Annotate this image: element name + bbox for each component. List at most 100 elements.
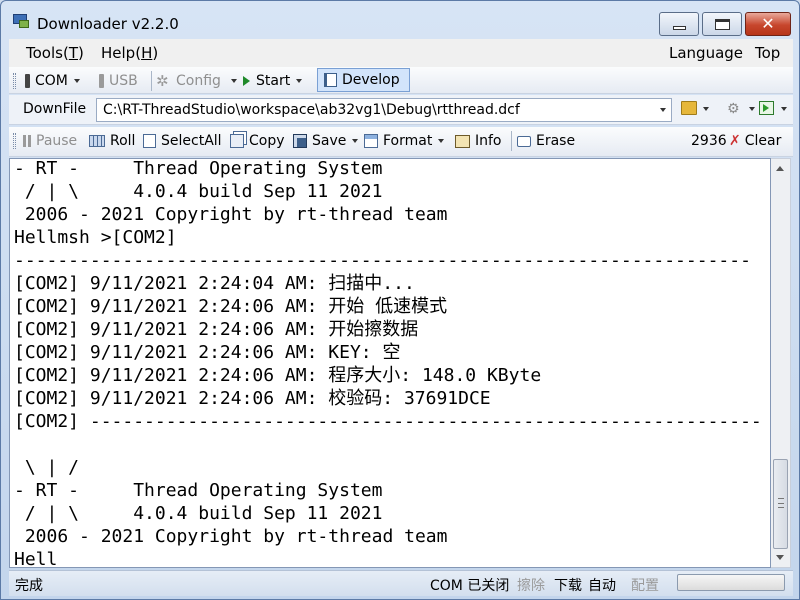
save-button[interactable]: Save <box>293 131 359 151</box>
usb-button[interactable]: USB <box>99 71 138 91</box>
status-text: 完成 <box>15 578 43 594</box>
close-button[interactable]: ✕ <box>745 12 791 36</box>
copy-button[interactable]: Copy <box>230 131 285 151</box>
scroll-grip-icon <box>778 498 784 508</box>
save-dropdown-icon[interactable] <box>352 139 359 143</box>
roll-button[interactable]: Roll <box>89 131 135 151</box>
status-config-button[interactable]: 配置 <box>631 575 659 595</box>
develop-button[interactable]: Develop <box>317 68 410 92</box>
format-dropdown-icon[interactable] <box>438 139 445 143</box>
go-dropdown-icon <box>781 107 787 111</box>
download-progress-bar <box>677 574 785 591</box>
downfile-label: DownFile <box>23 101 87 117</box>
save-icon <box>293 134 307 148</box>
erase-button[interactable]: Erase <box>517 131 575 151</box>
com-dropdown-icon[interactable] <box>73 79 80 83</box>
toolbar-separator <box>511 131 512 151</box>
pause-label: Pause <box>36 133 78 149</box>
terminal-line: [COM2] 9/11/2021 2:24:04 AM: 扫描中... <box>14 273 415 294</box>
roll-label: Roll <box>110 133 136 149</box>
terminal-line: 2006 - 2021 Copyright by rt-thread team <box>14 204 448 225</box>
terminal-line: Hellmsh >[COM2] <box>14 227 177 248</box>
terminal-line: ----------------------------------------… <box>14 250 751 271</box>
start-dropdown-icon[interactable] <box>296 79 303 83</box>
window-title: Downloader v2.2.0 <box>37 15 179 33</box>
app-icon <box>13 14 29 28</box>
maximize-button[interactable] <box>702 12 742 36</box>
terminal-line: / | \ 4.0.4 build Sep 11 2021 <box>14 503 383 524</box>
terminal-toolbar: Pause Roll SelectAll Copy Save Format In… <box>9 127 793 157</box>
go-dropdown[interactable] <box>775 99 787 119</box>
tool-wrench-icon[interactable]: ⚙ <box>727 101 743 117</box>
terminal-line: [COM2] 9/11/2021 2:24:06 AM: 开始擦数据 <box>14 319 419 340</box>
go-arrow-icon[interactable] <box>759 101 774 115</box>
com-status: COM 已关闭 <box>430 578 510 594</box>
toolbar-grip[interactable] <box>13 133 16 149</box>
menu-top[interactable]: Top <box>755 44 780 62</box>
config-dropdown-icon <box>231 79 237 83</box>
select-all-label: SelectAll <box>161 133 222 149</box>
menu-bar: Tools(T) Help(H) Language Top <box>9 39 793 67</box>
usb-icon <box>99 74 104 88</box>
develop-button-content: Develop <box>324 70 400 90</box>
status-download-button[interactable]: 下载 <box>554 575 582 595</box>
scroll-down-icon[interactable] <box>776 555 784 560</box>
terminal-line: [COM2] 9/11/2021 2:24:06 AM: 开始 低速模式 <box>14 296 448 317</box>
folder-dropdown[interactable] <box>697 99 709 119</box>
minimize-button[interactable] <box>659 12 699 36</box>
terminal-output[interactable]: - RT - Thread Operating System / | \ 4.0… <box>9 158 771 568</box>
start-play-icon <box>243 76 250 86</box>
terminal-line: 2006 - 2021 Copyright by rt-thread team <box>14 526 448 547</box>
terminal-line: - RT - Thread Operating System <box>14 480 383 501</box>
info-label: Info <box>475 133 502 149</box>
terminal-line: [COM2] 9/11/2021 2:24:06 AM: 程序大小: 148.0… <box>14 365 542 386</box>
downfile-toolbar: DownFile C:\RT-ThreadStudio\workspace\ab… <box>9 95 793 125</box>
status-erase-button[interactable]: 擦除 <box>517 575 545 595</box>
minimize-icon <box>673 26 686 30</box>
clear-button[interactable]: ✗ Clear <box>729 131 781 151</box>
develop-label: Develop <box>342 72 400 88</box>
menu-tools[interactable]: Tools(T) <box>26 44 84 62</box>
menu-tools-accelerator: T <box>68 44 78 62</box>
scroll-thumb[interactable] <box>773 459 788 549</box>
tool-dropdown-icon <box>749 107 755 111</box>
pause-button[interactable]: Pause <box>23 131 77 151</box>
downloader-window: Downloader v2.2.0 ✕ Tools(T) Help(H) Lan… <box>0 0 800 600</box>
info-button[interactable]: Info <box>455 131 502 151</box>
downfile-path-combobox[interactable]: C:\RT-ThreadStudio\workspace\ab32vg1\Deb… <box>96 98 672 122</box>
menu-tools-label: Tools <box>26 44 63 62</box>
path-dropdown-icon[interactable] <box>660 108 666 112</box>
clear-icon: ✗ <box>729 133 741 149</box>
toolbar-grip[interactable] <box>13 73 16 89</box>
terminal-line: / | \ 4.0.4 build Sep 11 2021 <box>14 181 383 202</box>
select-all-button[interactable]: SelectAll <box>143 131 222 151</box>
menu-language[interactable]: Language <box>669 44 743 62</box>
com-icon <box>25 74 30 88</box>
terminal-line: [COM2] ---------------------------------… <box>14 411 762 432</box>
title-bar[interactable]: Downloader v2.2.0 ✕ <box>1 1 799 39</box>
toolbar-separator <box>151 71 152 91</box>
terminal-line: [COM2] 9/11/2021 2:24:06 AM: 校验码: 37691D… <box>14 388 491 409</box>
usb-label: USB <box>109 73 138 89</box>
config-dropdown[interactable] <box>225 71 237 91</box>
com-button[interactable]: COM <box>25 71 80 91</box>
received-count: 2936 <box>691 133 727 149</box>
erase-label: Erase <box>536 133 576 149</box>
tool-dropdown[interactable] <box>743 99 755 119</box>
erase-icon <box>517 135 531 147</box>
com-label: COM <box>35 73 68 89</box>
roll-icon <box>89 135 105 147</box>
status-auto-toggle[interactable]: 自动 <box>588 575 616 595</box>
format-button[interactable]: Format <box>364 131 445 151</box>
terminal-line: - RT - Thread Operating System <box>14 158 383 179</box>
menu-help[interactable]: Help(H) <box>101 44 158 62</box>
open-folder-icon[interactable] <box>681 101 697 115</box>
terminal-lines: - RT - Thread Operating System / | \ 4.0… <box>14 158 762 567</box>
terminal-scrollbar[interactable] <box>771 158 791 568</box>
start-button[interactable]: Start <box>243 71 303 91</box>
pause-icon <box>23 135 31 147</box>
scroll-up-icon[interactable] <box>776 166 784 171</box>
config-button[interactable]: ✲ Config <box>156 71 221 91</box>
start-label: Start <box>256 73 291 89</box>
